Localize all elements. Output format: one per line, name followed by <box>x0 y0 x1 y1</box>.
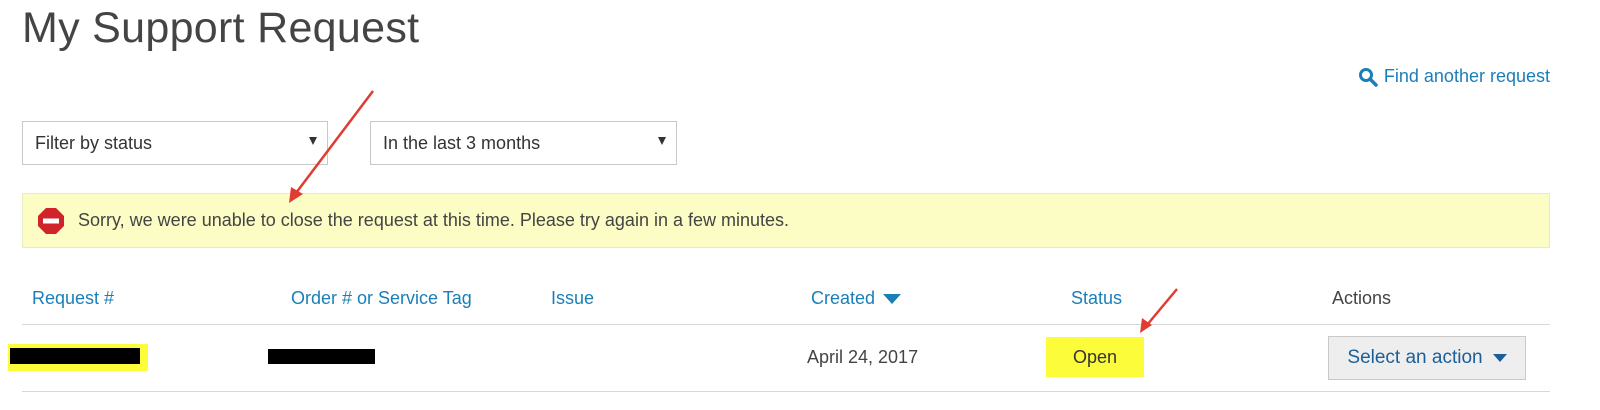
status-filter-select[interactable]: Filter by status <box>22 121 328 165</box>
column-header-actions: Actions <box>1332 288 1392 308</box>
dropdown-caret-icon <box>309 137 317 145</box>
column-header-request-number[interactable]: Request # <box>32 288 114 309</box>
column-header-issue[interactable]: Issue <box>551 288 594 309</box>
page-title: My Support Request <box>22 4 420 52</box>
sort-descending-icon <box>883 293 902 304</box>
created-date: April 24, 2017 <box>807 347 919 367</box>
find-another-request-link[interactable]: Find another request <box>1358 66 1550 87</box>
select-action-label: Select an action <box>1347 347 1483 368</box>
error-alert: Sorry, we were unable to close the reque… <box>22 193 1550 248</box>
find-another-request-label: Find another request <box>1383 66 1550 86</box>
stop-icon <box>38 207 64 234</box>
service-tag-redacted <box>268 349 375 364</box>
column-header-order-service-tag[interactable]: Order # or Service Tag <box>291 288 472 309</box>
table-header: Request # Order # or Service Tag Issue C… <box>22 278 1550 325</box>
table-row: April 24, 2017 Open Select an action <box>8 326 1550 392</box>
dropdown-caret-icon <box>658 137 666 145</box>
chevron-down-icon <box>1492 354 1507 362</box>
select-action-button[interactable]: Select an action <box>1328 336 1526 380</box>
search-icon <box>1358 67 1378 87</box>
date-range-select[interactable]: In the last 3 months <box>370 121 677 165</box>
error-message: Sorry, we were unable to close the reque… <box>78 210 790 230</box>
column-header-created-label: Created <box>811 288 876 308</box>
date-range-value: In the last 3 months <box>383 132 541 153</box>
column-header-status[interactable]: Status <box>1071 288 1122 309</box>
column-header-created[interactable]: Created <box>811 288 902 309</box>
request-number-redacted[interactable] <box>10 348 140 364</box>
status-badge: Open <box>1046 337 1144 377</box>
status-filter-value: Filter by status <box>35 132 153 153</box>
